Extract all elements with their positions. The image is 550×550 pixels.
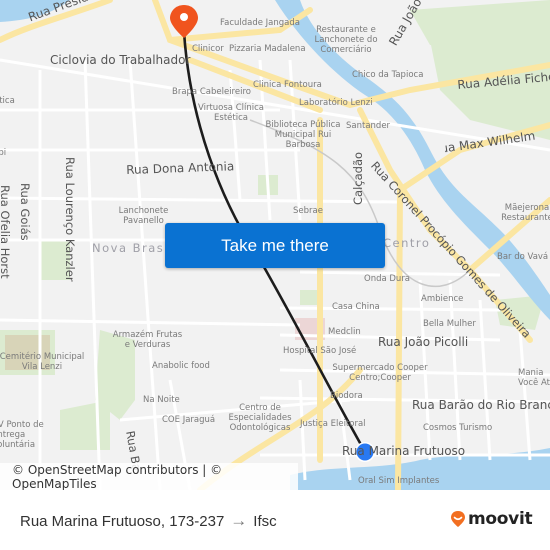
poi-label: Clinicor (192, 44, 224, 54)
poi-label: Na Noite (143, 395, 180, 405)
park-area (60, 400, 110, 450)
poi-label: Centro de Especialidades Odontológicas (224, 403, 296, 433)
poi-text: Lanchonete Pavanello (118, 206, 169, 226)
poi-label: Faculdade Jangada (220, 18, 300, 28)
poi-label: Santander (346, 121, 391, 131)
poi-label: Biblioteca Pública Municipal Rui Barbosa (263, 120, 343, 150)
poi-text: Biblioteca Pública Municipal Rui Barbosa (265, 120, 341, 150)
poi-text: CV Ponto de Entrega Voluntária (0, 420, 44, 450)
road-label-rua-goias: Rua Goiás (18, 183, 32, 241)
area-label-centro: Centro (383, 236, 431, 250)
poi-text: Centro de Especialidades Odontológicas (228, 403, 292, 433)
footer-bar: Rua Marina Frutuoso, 173-237 → Ifsc moov… (0, 490, 550, 550)
poi-text: Armazém Frutas e Verduras (112, 330, 183, 350)
poi-label: COE Jaraguá (162, 415, 216, 425)
poi-label: Bar do Vavá (497, 252, 549, 262)
moovit-pin-icon (451, 511, 465, 527)
park-area (410, 0, 550, 45)
poi-text: Mania Você At (518, 368, 550, 388)
poi-label: ética (0, 96, 15, 106)
poi-label: Virtuosa Clínica Estética (196, 103, 266, 123)
road-label-rua-dona-antonia: Rua Dona Antonia (125, 159, 235, 177)
poi-label: CV Ponto de Entrega Voluntária (0, 420, 62, 450)
poi-label: Bella Mulher (423, 319, 476, 329)
poi-text: Cemitério Municipal Vila Lenzi (0, 352, 85, 372)
poi-label: Laboratório Lenzi (299, 98, 373, 108)
road-label-calcadao: Calçadão (351, 151, 365, 205)
poi-text: Restaurante e Lanchonete do Comerciário (314, 25, 378, 55)
poi-label: Clinica Fontoura (253, 80, 322, 90)
route-summary: Rua Marina Frutuoso, 173-237 → Ifsc (20, 511, 277, 531)
poi-label: Ambience (421, 294, 464, 304)
poi-label: Medclin (328, 327, 361, 337)
map-attribution[interactable]: © OpenStreetMap contributors | © OpenMap… (0, 463, 298, 490)
poi-label: Cosmos Turismo (423, 423, 493, 433)
poi-label: Anabolic food (152, 361, 210, 371)
poi-label: Justiça Eleitoral (300, 419, 366, 429)
poi-label: Chico da Tapioca (352, 70, 424, 80)
road-label-rua-lourenco: Rua Lourenço Kanzler (63, 157, 77, 282)
poi-label: Armazém Frutas e Verduras (110, 330, 185, 350)
take-me-there-button[interactable]: Take me there (165, 223, 385, 268)
moovit-wordmark: moovit (468, 509, 533, 529)
poi-label: Biodora (330, 391, 363, 401)
moovit-logo[interactable]: moovit (450, 509, 533, 529)
poi-label: Brapa Cabeleireiro (172, 87, 251, 97)
poi-text: Virtuosa Clínica Estética (197, 103, 265, 123)
destination-label: Ifsc (253, 512, 277, 530)
road-label-rua-ofelia: Rua Ofelia Horst (0, 185, 12, 279)
poi-label: Lanchonete Pavanello (116, 206, 171, 226)
poi-text: Supermercado Cooper Centro;Cooper (332, 363, 428, 383)
poi-label: Hospital São José (283, 346, 357, 356)
poi-label: Onda Dura (364, 274, 411, 284)
poi-label: Mania Você At (518, 368, 550, 388)
poi-text: Mãejerona Restaurante (501, 203, 550, 223)
road-label-ciclovia: Ciclovia do Trabalhador (50, 53, 191, 67)
poi-label: Mãejerona Restaurante (497, 203, 550, 223)
poi-label: Restaurante e Lanchonete do Comerciário (307, 25, 385, 55)
road-label-rua-barao: Rua Barão do Rio Branco (412, 398, 550, 412)
poi-label: Pizzaria Madalena (229, 44, 306, 54)
road-label-rua-marina: Rua Marina Frutuoso (342, 444, 466, 458)
poi-label: Sebrae (293, 206, 323, 216)
poi-label: Supermercado Cooper Centro;Cooper (330, 363, 430, 383)
poi-label: Casa China (332, 302, 380, 312)
poi-label: Oral Sim Implantes (358, 476, 440, 486)
map-view[interactable]: Rua Presidente Ciclovia do Trabalhador R… (0, 0, 550, 490)
arrow-right-icon: → (230, 511, 248, 530)
poi-label: Cemitério Municipal Vila Lenzi (0, 352, 86, 372)
poi-label: ibi (0, 148, 7, 158)
origin-label: Rua Marina Frutuoso, 173-237 (20, 512, 225, 530)
road-label-rua-joao-picolli: Rua João Picolli (378, 335, 469, 349)
destination-marker (170, 5, 198, 38)
